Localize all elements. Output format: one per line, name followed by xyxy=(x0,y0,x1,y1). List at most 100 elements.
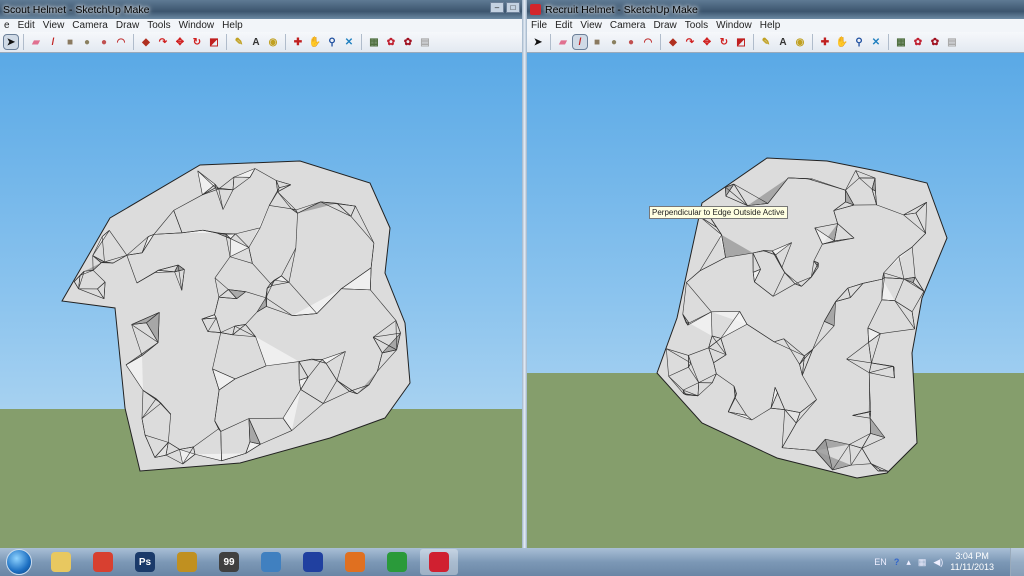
zoom-extents-icon[interactable]: ✕ xyxy=(869,35,883,49)
circle-icon[interactable]: ● xyxy=(80,35,94,49)
start-button[interactable] xyxy=(6,549,32,575)
language-indicator[interactable]: EN xyxy=(874,557,887,567)
menu-camera[interactable]: Camera xyxy=(610,20,646,31)
rotate-icon[interactable]: ↻ xyxy=(717,35,731,49)
arc-icon[interactable]: ◠ xyxy=(641,35,655,49)
extension-warehouse-icon[interactable]: ✿ xyxy=(928,35,942,49)
scale-icon[interactable]: ◩ xyxy=(207,35,221,49)
text-icon[interactable]: A xyxy=(249,35,263,49)
taskbar-item[interactable] xyxy=(84,549,122,575)
menu-camera[interactable]: Camera xyxy=(72,20,108,31)
right-sketchup-window: Recruit Helmet - SketchUp Make File Edit V… xyxy=(527,0,1024,548)
get-models-icon[interactable]: ▦ xyxy=(367,35,381,49)
taskbar-item[interactable] xyxy=(294,549,332,575)
clock[interactable]: 3:04 PM 11/11/2013 xyxy=(950,551,994,573)
utorrent-icon xyxy=(387,552,407,572)
arc-icon[interactable]: ◠ xyxy=(114,35,128,49)
rotate-icon[interactable]: ↻ xyxy=(190,35,204,49)
window-title: Scout Helmet - SketchUp Make xyxy=(3,3,150,16)
toolbar-separator xyxy=(753,34,754,50)
rectangle-icon[interactable]: ■ xyxy=(590,35,604,49)
tape-measure-icon[interactable]: ✎ xyxy=(759,35,773,49)
toolbar-separator xyxy=(133,34,134,50)
eraser-icon[interactable]: ▰ xyxy=(556,35,570,49)
sketchup-app-icon xyxy=(261,552,281,572)
pan-icon[interactable]: ✋ xyxy=(835,35,849,49)
show-desktop-button[interactable] xyxy=(1010,548,1024,576)
share-model-icon[interactable]: ✿ xyxy=(911,35,925,49)
menu-view[interactable]: View xyxy=(580,20,602,31)
get-models-icon[interactable]: ▦ xyxy=(894,35,908,49)
toolbar-separator xyxy=(226,34,227,50)
volume-icon[interactable]: ◀) xyxy=(933,557,943,568)
push-pull-icon[interactable]: ◆ xyxy=(666,35,680,49)
layout-icon[interactable]: ▤ xyxy=(418,35,432,49)
layout-icon[interactable]: ▤ xyxy=(945,35,959,49)
select-icon[interactable]: ➤ xyxy=(3,34,19,50)
viewport[interactable] xyxy=(0,53,522,548)
title-bar: Recruit Helmet - SketchUp Make xyxy=(527,0,1024,19)
push-pull-icon[interactable]: ◆ xyxy=(139,35,153,49)
share-model-icon[interactable]: ✿ xyxy=(384,35,398,49)
maximize-button[interactable]: □ xyxy=(506,2,520,13)
menu-tools[interactable]: Tools xyxy=(685,20,708,31)
polygon-icon[interactable]: ● xyxy=(624,35,638,49)
move-icon[interactable]: ✥ xyxy=(700,35,714,49)
network-icon[interactable]: ▦ xyxy=(918,557,927,568)
menu-edit[interactable]: Edit xyxy=(555,20,572,31)
paint-bucket-icon[interactable]: ◉ xyxy=(793,35,807,49)
zoom-icon[interactable]: ⚲ xyxy=(325,35,339,49)
taskbar-item[interactable] xyxy=(42,549,80,575)
taskbar-item[interactable]: Ps xyxy=(126,549,164,575)
photoshop-icon: Ps xyxy=(135,552,155,572)
menu-draw[interactable]: Draw xyxy=(116,20,139,31)
toolbar-separator xyxy=(888,34,889,50)
rectangle-icon[interactable]: ■ xyxy=(63,35,77,49)
extension-warehouse-icon[interactable]: ✿ xyxy=(401,35,415,49)
taskbar-item[interactable]: 99 xyxy=(210,549,248,575)
menu-tools[interactable]: Tools xyxy=(147,20,170,31)
chrome-icon xyxy=(93,552,113,572)
follow-me-icon[interactable]: ↷ xyxy=(683,35,697,49)
tape-measure-icon[interactable]: ✎ xyxy=(232,35,246,49)
zoom-icon[interactable]: ⚲ xyxy=(852,35,866,49)
menu-draw[interactable]: Draw xyxy=(653,20,676,31)
scout-helmet-model xyxy=(61,160,411,472)
menu-view[interactable]: View xyxy=(43,20,65,31)
menu-window[interactable]: Window xyxy=(716,20,752,31)
pan-icon[interactable]: ✋ xyxy=(308,35,322,49)
show-hidden-icons[interactable]: ▴ xyxy=(906,557,911,568)
pencil-icon[interactable]: / xyxy=(46,35,60,49)
explorer-icon xyxy=(51,552,71,572)
taskbar-item[interactable] xyxy=(420,549,458,575)
polygon-icon[interactable]: ● xyxy=(97,35,111,49)
orbit-icon[interactable]: ✚ xyxy=(818,35,832,49)
zoom-extents-icon[interactable]: ✕ xyxy=(342,35,356,49)
viewport[interactable]: Perpendicular to Edge Outside Active xyxy=(527,53,1024,548)
menu-edit[interactable]: Edit xyxy=(18,20,35,31)
taskbar-item[interactable] xyxy=(168,549,206,575)
text-icon[interactable]: A xyxy=(776,35,790,49)
help-icon[interactable]: ? xyxy=(894,557,900,567)
menu-file[interactable]: File xyxy=(531,20,547,31)
eraser-icon[interactable]: ▰ xyxy=(29,35,43,49)
toolbar-separator xyxy=(550,34,551,50)
orbit-icon[interactable]: ✚ xyxy=(291,35,305,49)
menu-help[interactable]: Help xyxy=(760,20,781,31)
paint-bucket-icon[interactable]: ◉ xyxy=(266,35,280,49)
taskbar-item[interactable] xyxy=(378,549,416,575)
pencil-icon[interactable]: / xyxy=(572,34,588,50)
taskbar-item[interactable] xyxy=(336,549,374,575)
scale-icon[interactable]: ◩ xyxy=(734,35,748,49)
move-icon[interactable]: ✥ xyxy=(173,35,187,49)
menu-help[interactable]: Help xyxy=(222,20,243,31)
menu-window[interactable]: Window xyxy=(179,20,215,31)
follow-me-icon[interactable]: ↷ xyxy=(156,35,170,49)
circle-icon[interactable]: ● xyxy=(607,35,621,49)
minimize-button[interactable]: – xyxy=(490,2,504,13)
toolbar: ➤ ▰ / ■ ● ● ◠ ◆ ↷ ✥ ↻ ◩ ✎ A ◉ ✚ ✋ ⚲ ✕ ▦ ✿ ✿ ▤ xyxy=(527,32,1024,53)
taskbar-item[interactable] xyxy=(252,549,290,575)
fraps-icon: 99 xyxy=(219,552,239,572)
select-icon[interactable]: ➤ xyxy=(531,35,545,49)
menu-e[interactable]: e xyxy=(4,20,10,31)
